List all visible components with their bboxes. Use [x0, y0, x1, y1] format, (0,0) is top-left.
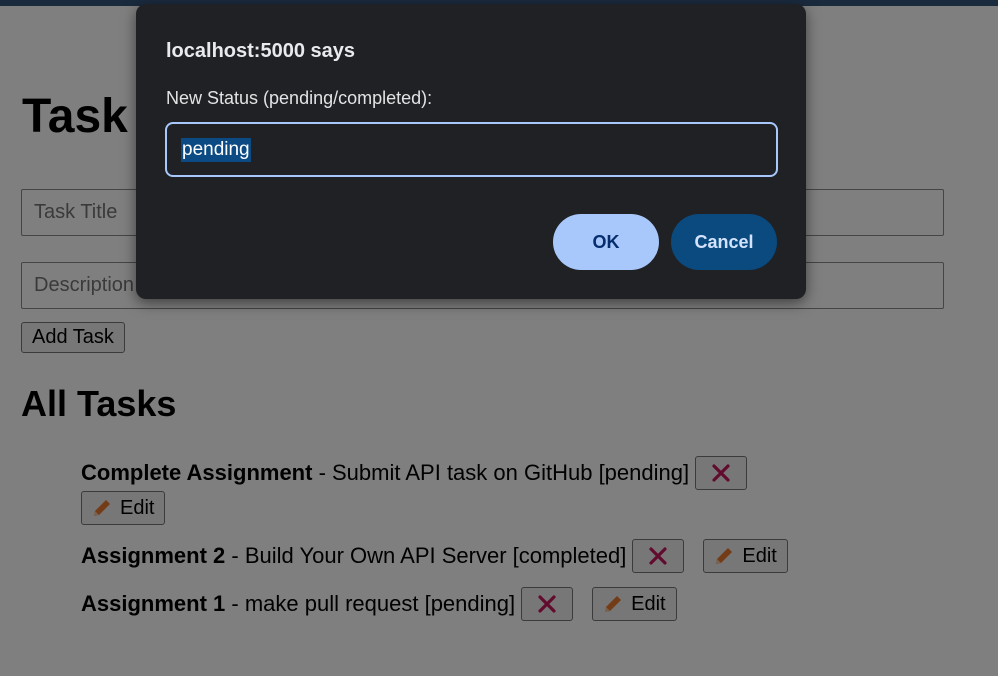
cancel-button[interactable]: Cancel [671, 214, 777, 270]
prompt-dialog: localhost:5000 says New Status (pending/… [136, 4, 806, 299]
dialog-message: New Status (pending/completed): [166, 88, 433, 108]
selected-input-text: pending [181, 137, 251, 162]
ok-button[interactable]: OK [553, 214, 659, 270]
status-input[interactable]: pending [165, 122, 778, 177]
dialog-title: localhost:5000 says [166, 40, 355, 62]
